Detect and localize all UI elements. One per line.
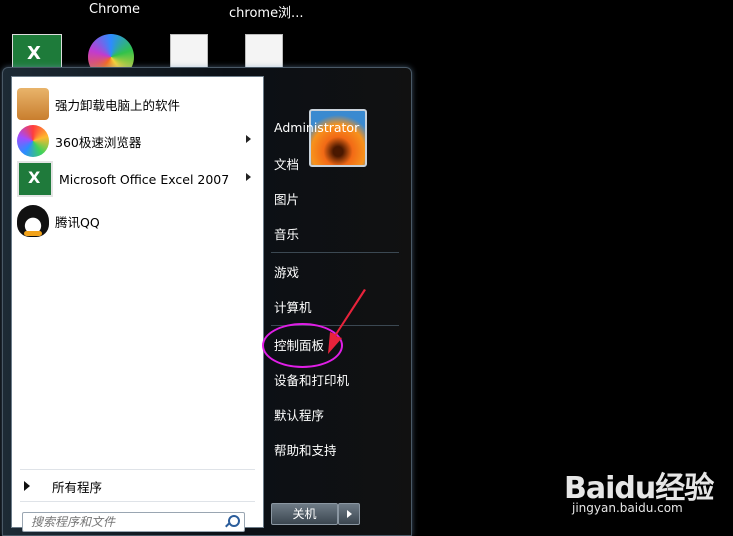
menu-item-user[interactable]: Administrator [274, 120, 359, 135]
program-label: 腾讯QQ [55, 214, 100, 230]
excel-icon [17, 161, 53, 197]
menu-item-documents[interactable]: 文档 [274, 154, 299, 173]
program-label: 360极速浏览器 [55, 134, 142, 150]
menu-item-default-programs[interactable]: 默认程序 [274, 405, 324, 424]
program-item-qq[interactable]: 腾讯QQ [14, 204, 259, 238]
red-arrow-icon [328, 289, 366, 354]
watermark-url: jingyan.baidu.com [572, 501, 683, 515]
program-item-uninstaller[interactable]: 强力卸载电脑上的软件 [14, 87, 259, 121]
programs-pane: 强力卸载电脑上的软件 360极速浏览器 Microsoft Office Exc… [11, 76, 264, 532]
program-label: 强力卸载电脑上的软件 [55, 97, 181, 113]
triangle-right-icon [24, 481, 30, 491]
shutdown-button[interactable]: 关机 [271, 503, 338, 525]
shutdown-options-arrow-icon[interactable] [338, 503, 360, 525]
menu-item-games[interactable]: 游戏 [274, 262, 299, 281]
uninstall-icon [17, 88, 49, 120]
search-icon[interactable] [225, 515, 240, 529]
program-item-360-browser[interactable]: 360极速浏览器 [14, 124, 259, 158]
program-item-excel[interactable]: Microsoft Office Excel 2007 [14, 161, 259, 197]
search-input[interactable] [23, 514, 225, 530]
divider [20, 469, 255, 470]
submenu-arrow-icon[interactable] [246, 135, 251, 143]
menu-item-pictures[interactable]: 图片 [274, 189, 299, 208]
menu-item-music[interactable]: 音乐 [274, 224, 299, 243]
baidu-watermark: Baidu经验 jingyan.baidu.com [560, 455, 730, 515]
program-label: Microsoft Office Excel 2007 [59, 171, 230, 187]
all-programs-button[interactable]: 所有程序 [18, 475, 258, 497]
chrome-doc-label[interactable]: chrome浏... [229, 2, 303, 21]
menu-item-help-support[interactable]: 帮助和支持 [274, 440, 337, 459]
chrome-desktop-label[interactable]: Chrome [89, 2, 140, 17]
menu-item-computer[interactable]: 计算机 [274, 297, 312, 316]
divider [20, 501, 255, 502]
360-browser-icon [17, 125, 49, 157]
user-avatar[interactable] [309, 109, 367, 167]
qq-icon [17, 205, 49, 237]
all-programs-label: 所有程序 [52, 479, 103, 495]
submenu-arrow-icon[interactable] [246, 173, 251, 181]
divider [271, 252, 399, 253]
search-box[interactable] [22, 512, 245, 532]
menu-item-devices-printers[interactable]: 设备和打印机 [274, 370, 349, 389]
